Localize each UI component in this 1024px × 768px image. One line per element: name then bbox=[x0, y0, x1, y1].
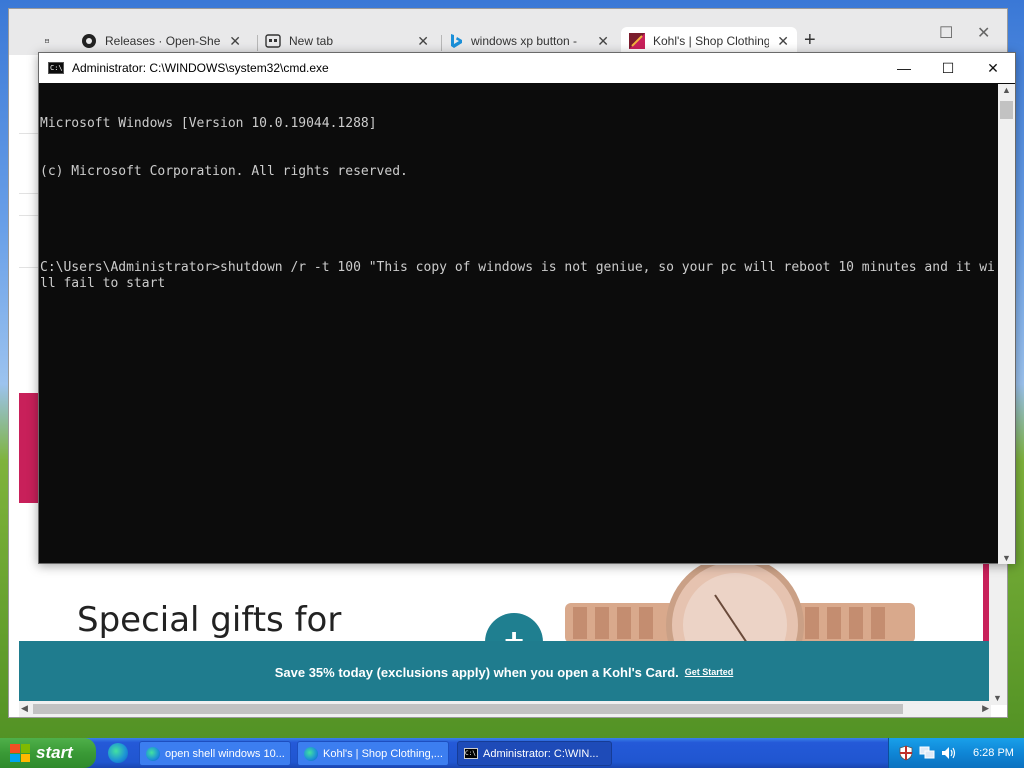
taskbar: start open shell windows 10... Kohl's | … bbox=[0, 738, 1024, 768]
console-line: C:\Users\Administrator>shutdown /r -t 10… bbox=[40, 260, 995, 291]
scroll-right-arrow-icon[interactable]: ▶ bbox=[982, 703, 989, 714]
promo-edge bbox=[19, 393, 39, 503]
console-line: Microsoft Windows [Version 10.0.19044.12… bbox=[40, 116, 377, 131]
bing-icon bbox=[451, 34, 462, 48]
scroll-up-arrow-icon[interactable]: ▲ bbox=[1002, 85, 1011, 95]
scroll-left-arrow-icon[interactable]: ◀ bbox=[21, 703, 28, 714]
browser-close-button[interactable]: ✕ bbox=[977, 23, 990, 43]
scrollbar-thumb[interactable] bbox=[1000, 101, 1013, 119]
windows-logo-icon bbox=[10, 744, 30, 762]
network-icon[interactable] bbox=[919, 746, 935, 760]
taskbar-item-label: Administrator: C:\WIN... bbox=[483, 747, 599, 760]
tab-bing-search[interactable]: windows xp button - ✕ bbox=[441, 27, 617, 55]
banner-text: Save 35% today (exclusions apply) when y… bbox=[274, 664, 679, 680]
edge-quicklaunch-icon[interactable] bbox=[108, 743, 128, 763]
browser-maximize-button[interactable]: ☐ bbox=[939, 23, 953, 43]
new-tab-button[interactable]: + bbox=[804, 29, 816, 52]
cmd-title-bar[interactable]: C:\ Administrator: C:\WINDOWS\system32\c… bbox=[39, 53, 1015, 83]
tab-label: Kohl's | Shop Clothing bbox=[653, 34, 770, 48]
tab-label: New tab bbox=[289, 34, 334, 48]
close-icon[interactable]: ✕ bbox=[597, 33, 609, 50]
scroll-down-arrow-icon[interactable]: ▼ bbox=[993, 693, 1002, 703]
close-icon[interactable]: ✕ bbox=[417, 33, 429, 50]
browser-horizontal-scrollbar[interactable]: ◀ ▶ bbox=[19, 701, 991, 717]
close-button[interactable]: ✕ bbox=[970, 53, 1016, 83]
console-output[interactable]: Microsoft Windows [Version 10.0.19044.12… bbox=[39, 84, 999, 564]
close-icon[interactable]: ✕ bbox=[229, 33, 241, 50]
cmd-window: C:\ Administrator: C:\WINDOWS\system32\c… bbox=[38, 52, 1016, 564]
start-label: start bbox=[36, 743, 73, 762]
tab-releases[interactable]: Releases · Open-Shell ✕ bbox=[73, 27, 249, 55]
tab-kohls[interactable]: Kohl's | Shop Clothing ✕ bbox=[621, 27, 797, 55]
kohls-icon bbox=[629, 33, 645, 49]
close-icon: ✕ bbox=[987, 59, 999, 76]
taskbar-item-cmd[interactable]: C:\ Administrator: C:\WIN... bbox=[457, 741, 612, 766]
system-tray: 6:28 PM bbox=[888, 738, 1024, 768]
scroll-down-arrow-icon[interactable]: ▼ bbox=[1002, 553, 1011, 563]
tab-label: windows xp button - bbox=[471, 34, 578, 48]
security-shield-icon[interactable] bbox=[899, 745, 913, 761]
kohls-card-banner: Save 35% today (exclusions apply) when y… bbox=[19, 641, 989, 703]
browser-tab-bar: Releases · Open-Shell ✕ New tab ✕ window… bbox=[9, 9, 1007, 55]
taskbar-item-label: Kohl's | Shop Clothing,... bbox=[323, 747, 442, 760]
tab-actions-icon bbox=[45, 39, 49, 43]
clock[interactable]: 6:28 PM bbox=[973, 747, 1014, 759]
github-icon bbox=[82, 34, 96, 48]
tab-label: Releases · Open-Shell bbox=[105, 34, 222, 48]
volume-icon[interactable] bbox=[941, 746, 957, 760]
new-tab-icon bbox=[265, 34, 281, 48]
close-icon[interactable]: ✕ bbox=[777, 33, 789, 50]
start-button[interactable]: start bbox=[0, 738, 96, 768]
edge-icon bbox=[304, 746, 318, 761]
cmd-scrollbar[interactable]: ▲ ▼ bbox=[998, 84, 1015, 564]
scrollbar-thumb[interactable] bbox=[33, 704, 903, 714]
window-title: Administrator: C:\WINDOWS\system32\cmd.e… bbox=[72, 61, 329, 75]
taskbar-item-open-shell[interactable]: open shell windows 10... bbox=[139, 741, 291, 766]
cmd-icon: C:\ bbox=[464, 748, 478, 759]
console-line: (c) Microsoft Corporation. All rights re… bbox=[40, 164, 408, 179]
minimize-icon: — bbox=[897, 60, 911, 76]
get-started-link[interactable]: Get Started bbox=[685, 667, 734, 677]
edge-icon bbox=[146, 746, 160, 761]
tab-actions-button[interactable] bbox=[37, 27, 57, 55]
taskbar-item-kohls[interactable]: Kohl's | Shop Clothing,... bbox=[297, 741, 449, 766]
maximize-icon: ☐ bbox=[941, 59, 955, 76]
taskbar-item-label: open shell windows 10... bbox=[165, 747, 284, 760]
minimize-button[interactable]: — bbox=[881, 53, 927, 83]
tab-new-tab[interactable]: New tab ✕ bbox=[257, 27, 437, 55]
maximize-button[interactable]: ☐ bbox=[925, 53, 971, 83]
cmd-icon: C:\ bbox=[48, 62, 64, 74]
